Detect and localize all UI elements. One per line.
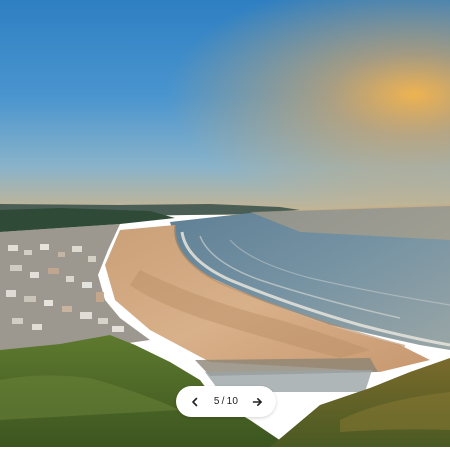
gallery-pager: 5/10 — [176, 386, 276, 417]
gallery-photo — [0, 0, 450, 447]
image-counter: 5/10 — [213, 395, 239, 407]
image-gallery-viewer: 5/10 — [0, 0, 450, 450]
total-images: 10 — [226, 395, 239, 407]
current-image-index: 5 — [213, 395, 220, 407]
next-image-button[interactable] — [248, 393, 266, 411]
prev-image-button[interactable] — [186, 393, 204, 411]
arrow-right-icon — [252, 397, 262, 406]
counter-separator: / — [221, 395, 225, 407]
chevron-left-icon — [192, 397, 198, 406]
